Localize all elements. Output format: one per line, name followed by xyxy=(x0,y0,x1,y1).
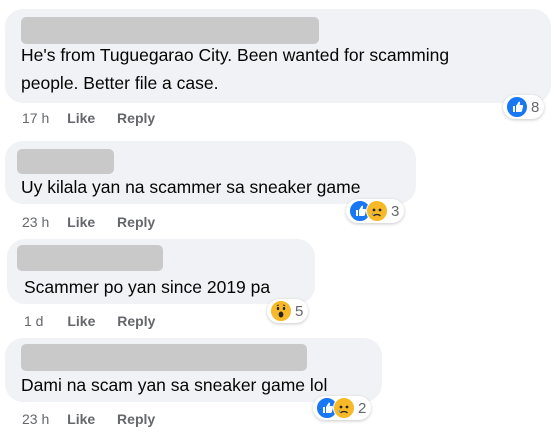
comment-text-line: Dami na scam yan sa sneaker game lol xyxy=(21,375,328,395)
comment-timestamp[interactable]: 17 h xyxy=(22,110,49,126)
comment-bubble: Scammer po yan since 2019 pa xyxy=(7,239,315,304)
comment-text-line: Scammer po yan since 2019 pa xyxy=(24,277,271,297)
comment-bubble: Uy kilala yan na scammer sa sneaker game xyxy=(5,141,416,204)
reaction-count: 8 xyxy=(531,98,540,116)
reaction-summary[interactable]: 3 xyxy=(346,199,405,223)
comment-timestamp[interactable]: 23 h xyxy=(22,411,49,427)
comment-timestamp[interactable]: 1 d xyxy=(24,313,43,329)
redacted-commenter-name[interactable] xyxy=(17,245,163,271)
reaction-count: 5 xyxy=(295,302,304,320)
sad-reaction-icon xyxy=(366,200,388,222)
reaction-summary[interactable]: 5 xyxy=(267,299,309,323)
reply-link[interactable]: Reply xyxy=(117,411,155,427)
reply-link[interactable]: Reply xyxy=(117,110,155,126)
like-link[interactable]: Like xyxy=(67,214,95,230)
comment-meta: 17 h Like Reply xyxy=(22,110,155,126)
reaction-count: 2 xyxy=(358,399,367,417)
comment-text-line: people. Better file a case. xyxy=(21,73,219,93)
like-link[interactable]: Like xyxy=(67,313,95,329)
like-link[interactable]: Like xyxy=(67,411,95,427)
like-reaction-icon xyxy=(506,96,528,118)
reply-link[interactable]: Reply xyxy=(117,313,155,329)
comment-meta: 1 d Like Reply xyxy=(24,313,155,329)
like-link[interactable]: Like xyxy=(67,110,95,126)
comment-text-line: Uy kilala yan na scammer sa sneaker game xyxy=(21,177,361,197)
redacted-commenter-name[interactable] xyxy=(21,344,307,371)
comment-bubble: Dami na scam yan sa sneaker game lol xyxy=(5,338,382,402)
comment-text-line: He's from Tuguegarao City. Been wanted f… xyxy=(21,45,450,65)
comment-meta: 23 h Like Reply xyxy=(22,411,155,427)
comment-timestamp[interactable]: 23 h xyxy=(22,214,49,230)
sad-reaction-icon xyxy=(333,397,355,419)
reaction-summary[interactable]: 8 xyxy=(503,95,545,119)
wow-reaction-icon xyxy=(270,300,292,322)
reaction-count: 3 xyxy=(391,202,400,220)
comment-bubble: He's from Tuguegarao City. Been wanted f… xyxy=(5,9,551,103)
redacted-commenter-name[interactable] xyxy=(21,17,319,44)
redacted-commenter-name[interactable] xyxy=(17,149,114,174)
comment-meta: 23 h Like Reply xyxy=(22,214,155,230)
reply-link[interactable]: Reply xyxy=(117,214,155,230)
reaction-summary[interactable]: 2 xyxy=(313,396,372,420)
